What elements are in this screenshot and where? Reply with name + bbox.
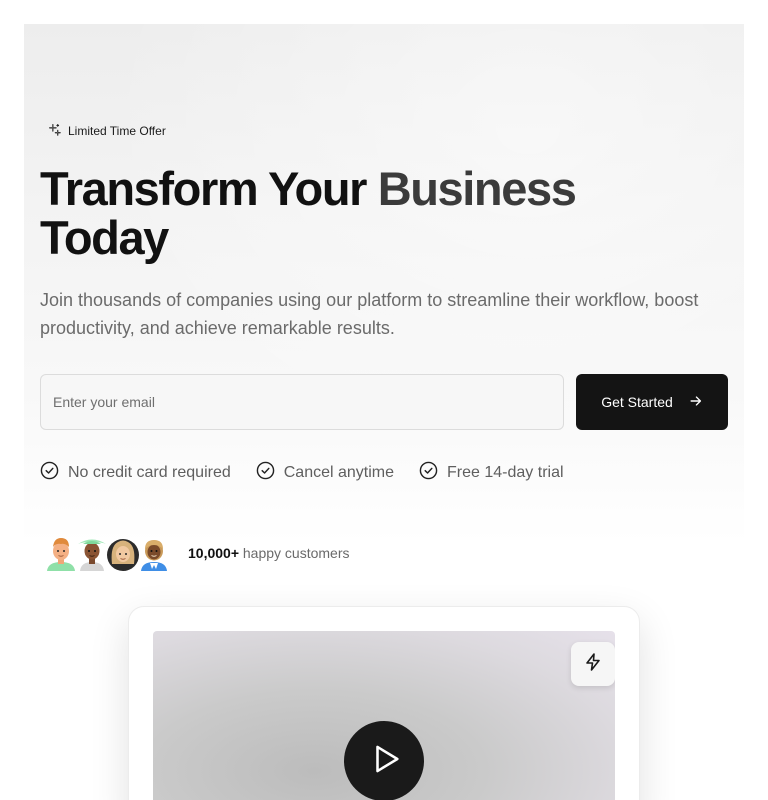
avatar <box>141 540 167 571</box>
feature-label: No credit card required <box>68 464 231 481</box>
email-input[interactable] <box>40 374 564 430</box>
customer-count-label: happy customers <box>242 545 350 561</box>
check-circle-icon <box>40 461 59 485</box>
feature-label: Free 14-day trial <box>447 464 564 481</box>
avatar-group <box>44 534 168 572</box>
get-started-button[interactable]: Get Started <box>576 374 728 430</box>
check-circle-icon <box>419 461 438 485</box>
sparkles-icon <box>48 123 61 139</box>
arrow-right-icon <box>689 394 703 411</box>
customer-count: 10,000+ <box>188 545 239 561</box>
avatar <box>78 539 106 571</box>
video-preview[interactable] <box>153 631 615 800</box>
page-title: Transform Your Business Today <box>40 162 577 264</box>
limited-offer-badge: Limited Time Offer <box>40 120 174 142</box>
social-proof: 10,000+ happy customers <box>44 534 350 572</box>
lightning-icon <box>583 652 603 677</box>
feature-item: Free 14-day trial <box>419 461 564 485</box>
hero-subtitle: Join thousands of companies using our pl… <box>40 290 699 338</box>
feature-list: No credit card required Cancel anytime F… <box>40 461 564 485</box>
lightning-button[interactable] <box>571 642 615 686</box>
get-started-label: Get Started <box>601 394 673 410</box>
feature-item: Cancel anytime <box>256 461 395 485</box>
avatar <box>47 538 75 571</box>
play-button[interactable] <box>344 721 424 800</box>
check-circle-icon <box>256 461 275 485</box>
avatar <box>107 539 139 571</box>
customer-count-text: 10,000+ happy customers <box>188 545 350 561</box>
play-icon <box>365 742 403 781</box>
signup-form: Get Started <box>40 374 728 430</box>
feature-item: No credit card required <box>40 461 231 485</box>
video-preview-card <box>128 606 640 800</box>
badge-label: Limited Time Offer <box>68 124 166 138</box>
feature-label: Cancel anytime <box>283 464 395 481</box>
